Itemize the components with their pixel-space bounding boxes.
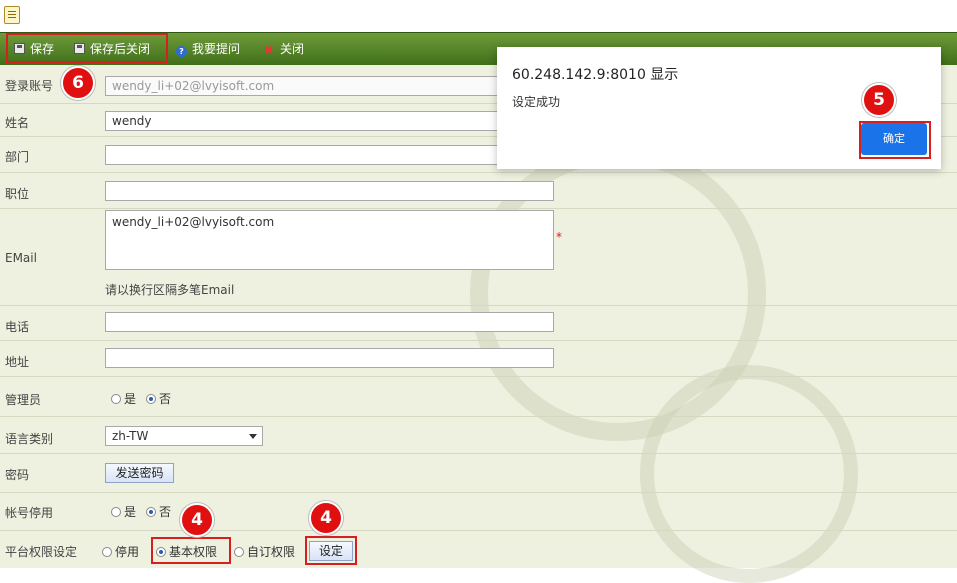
row-address: 地址 bbox=[0, 340, 957, 377]
password-label: 密码 bbox=[5, 468, 30, 482]
name-field[interactable]: wendy bbox=[105, 111, 554, 131]
platform-custom-option[interactable]: 自订权限 bbox=[234, 543, 295, 560]
phone-field[interactable] bbox=[105, 312, 554, 332]
disabled-no-label: 否 bbox=[159, 505, 172, 519]
help-label: 我要提问 bbox=[192, 42, 241, 56]
email-textarea[interactable]: wendy_li+02@lvyisoft.com bbox=[105, 210, 554, 270]
close-label: 关闭 bbox=[280, 42, 305, 56]
close-icon: ✖ bbox=[264, 43, 275, 57]
account-field[interactable]: wendy_li+02@lvyisoft.com bbox=[105, 76, 554, 96]
step-badge-5: 5 bbox=[862, 83, 896, 117]
email-hint: 请以换行区隔多笔Email bbox=[105, 283, 235, 297]
address-label: 地址 bbox=[5, 355, 30, 369]
step-badge-6: 6 bbox=[61, 66, 95, 100]
address-field[interactable] bbox=[105, 348, 554, 368]
row-phone: 电话 bbox=[0, 305, 957, 341]
radio-icon bbox=[102, 547, 112, 557]
disabled-no-option[interactable]: 否 bbox=[146, 503, 171, 520]
admin-no-label: 否 bbox=[159, 392, 172, 406]
radio-icon bbox=[111, 394, 121, 404]
admin-yes-label: 是 bbox=[124, 392, 137, 406]
language-label: 语言类别 bbox=[5, 432, 54, 446]
account-disabled-label: 帐号停用 bbox=[5, 506, 54, 520]
radio-selected-icon bbox=[146, 507, 156, 517]
account-label: 登录账号 bbox=[5, 79, 54, 93]
question-icon: ? bbox=[176, 46, 187, 57]
admin-yes-option[interactable]: 是 bbox=[111, 390, 136, 407]
email-label: EMail bbox=[5, 251, 37, 265]
disabled-yes-label: 是 bbox=[124, 505, 137, 519]
language-select[interactable]: zh-TW bbox=[105, 426, 263, 446]
radio-icon bbox=[234, 547, 244, 557]
close-button[interactable]: ✖ 关闭 bbox=[264, 33, 304, 65]
row-admin: 管理员 是 否 bbox=[0, 376, 957, 417]
row-platform-permission: 平台权限设定 停用 基本权限 自订权限 设定 bbox=[0, 530, 957, 568]
set-button-highlight bbox=[305, 536, 357, 565]
language-value: zh-TW bbox=[112, 429, 149, 443]
ok-button[interactable]: 确定 bbox=[861, 123, 927, 155]
step-badge-4: 4 bbox=[180, 503, 214, 537]
basic-permission-highlight bbox=[151, 537, 231, 564]
disabled-yes-option[interactable]: 是 bbox=[111, 503, 136, 520]
admin-label: 管理员 bbox=[5, 393, 42, 407]
chevron-down-icon bbox=[249, 434, 257, 439]
dialog-message: 设定成功 bbox=[512, 95, 561, 109]
platform-permission-label: 平台权限设定 bbox=[5, 545, 78, 559]
row-password: 密码 发送密码 bbox=[0, 453, 957, 493]
save-buttons-highlight bbox=[6, 33, 168, 63]
radio-icon bbox=[111, 507, 121, 517]
step-badge-4: 4 bbox=[309, 501, 343, 535]
help-button[interactable]: ? 我要提问 bbox=[176, 33, 240, 65]
document-icon bbox=[4, 6, 20, 24]
department-label: 部门 bbox=[5, 150, 30, 164]
dialog-title: 60.248.142.9:8010 显示 bbox=[512, 67, 679, 83]
department-field[interactable] bbox=[105, 145, 554, 165]
send-password-button[interactable]: 发送密码 bbox=[105, 463, 174, 483]
name-label: 姓名 bbox=[5, 116, 30, 130]
platform-custom-label: 自订权限 bbox=[247, 545, 296, 559]
row-position: 职位 bbox=[0, 172, 957, 209]
platform-off-option[interactable]: 停用 bbox=[102, 543, 139, 560]
row-email: EMail wendy_li+02@lvyisoft.com * 请以换行区隔多… bbox=[0, 208, 957, 306]
row-account-disabled: 帐号停用 是 否 bbox=[0, 492, 957, 531]
title-bar bbox=[0, 0, 957, 30]
phone-label: 电话 bbox=[5, 320, 30, 334]
position-label: 职位 bbox=[5, 187, 30, 201]
position-field[interactable] bbox=[105, 181, 554, 201]
row-language: 语言类别 zh-TW bbox=[0, 416, 957, 454]
radio-selected-icon bbox=[146, 394, 156, 404]
platform-off-label: 停用 bbox=[115, 545, 140, 559]
admin-no-option[interactable]: 否 bbox=[146, 390, 171, 407]
required-mark: * bbox=[556, 230, 562, 244]
